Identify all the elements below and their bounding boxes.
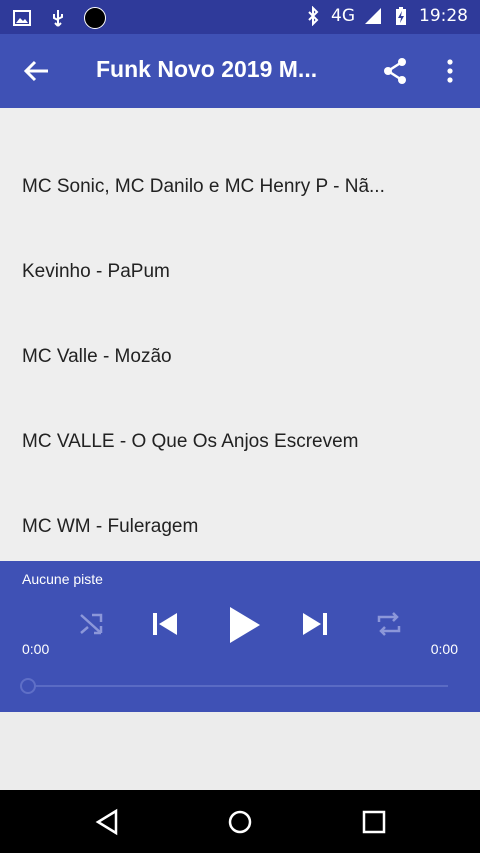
nav-home-icon[interactable] <box>226 808 254 836</box>
skip-previous-icon[interactable] <box>150 609 180 639</box>
track-list: MC Sonic, MC Danilo e MC Henry P - Nã...… <box>0 108 480 561</box>
share-icon[interactable] <box>380 56 410 86</box>
usb-icon <box>53 10 63 27</box>
list-item[interactable]: MC Valle - Mozão <box>22 346 422 368</box>
seek-bar[interactable] <box>22 685 448 687</box>
duration-time: 0:00 <box>430 641 458 657</box>
seek-thumb[interactable] <box>20 678 36 694</box>
player-panel: Aucune piste 0:00 0:00 <box>0 561 480 712</box>
list-item[interactable]: MC VALLE - O Que Os Anjos Escrevem <box>22 431 422 453</box>
clock: 19:28 <box>419 6 468 26</box>
signal-icon <box>365 8 381 24</box>
list-item[interactable]: Kevinho - PaPum <box>22 261 422 283</box>
bluetooth-icon <box>308 6 319 26</box>
empty-area <box>0 712 480 790</box>
play-icon[interactable] <box>224 605 262 645</box>
status-bar: 4G 19:28 <box>0 0 480 34</box>
nav-back-icon[interactable] <box>94 808 122 836</box>
nav-recents-icon[interactable] <box>360 808 388 836</box>
track-label: Aucune piste <box>22 571 103 587</box>
elapsed-time: 0:00 <box>22 641 50 657</box>
image-icon <box>13 10 31 26</box>
shuffle-icon[interactable] <box>78 609 104 639</box>
list-item[interactable]: MC WM - Fuleragem <box>22 516 422 538</box>
more-vert-icon[interactable] <box>440 56 460 86</box>
skip-next-icon[interactable] <box>300 609 330 639</box>
network-type: 4G <box>331 6 355 26</box>
back-arrow-icon[interactable] <box>22 56 52 86</box>
app-bar: Funk Novo 2019 M... <box>0 34 480 108</box>
list-item[interactable]: MC Sonic, MC Danilo e MC Henry P - Nã... <box>22 176 422 198</box>
repeat-icon[interactable] <box>374 609 404 639</box>
page-title: Funk Novo 2019 M... <box>96 56 318 82</box>
system-nav-bar <box>0 790 480 853</box>
battery-charging-icon <box>396 7 406 25</box>
app-notification-icon <box>84 7 106 29</box>
